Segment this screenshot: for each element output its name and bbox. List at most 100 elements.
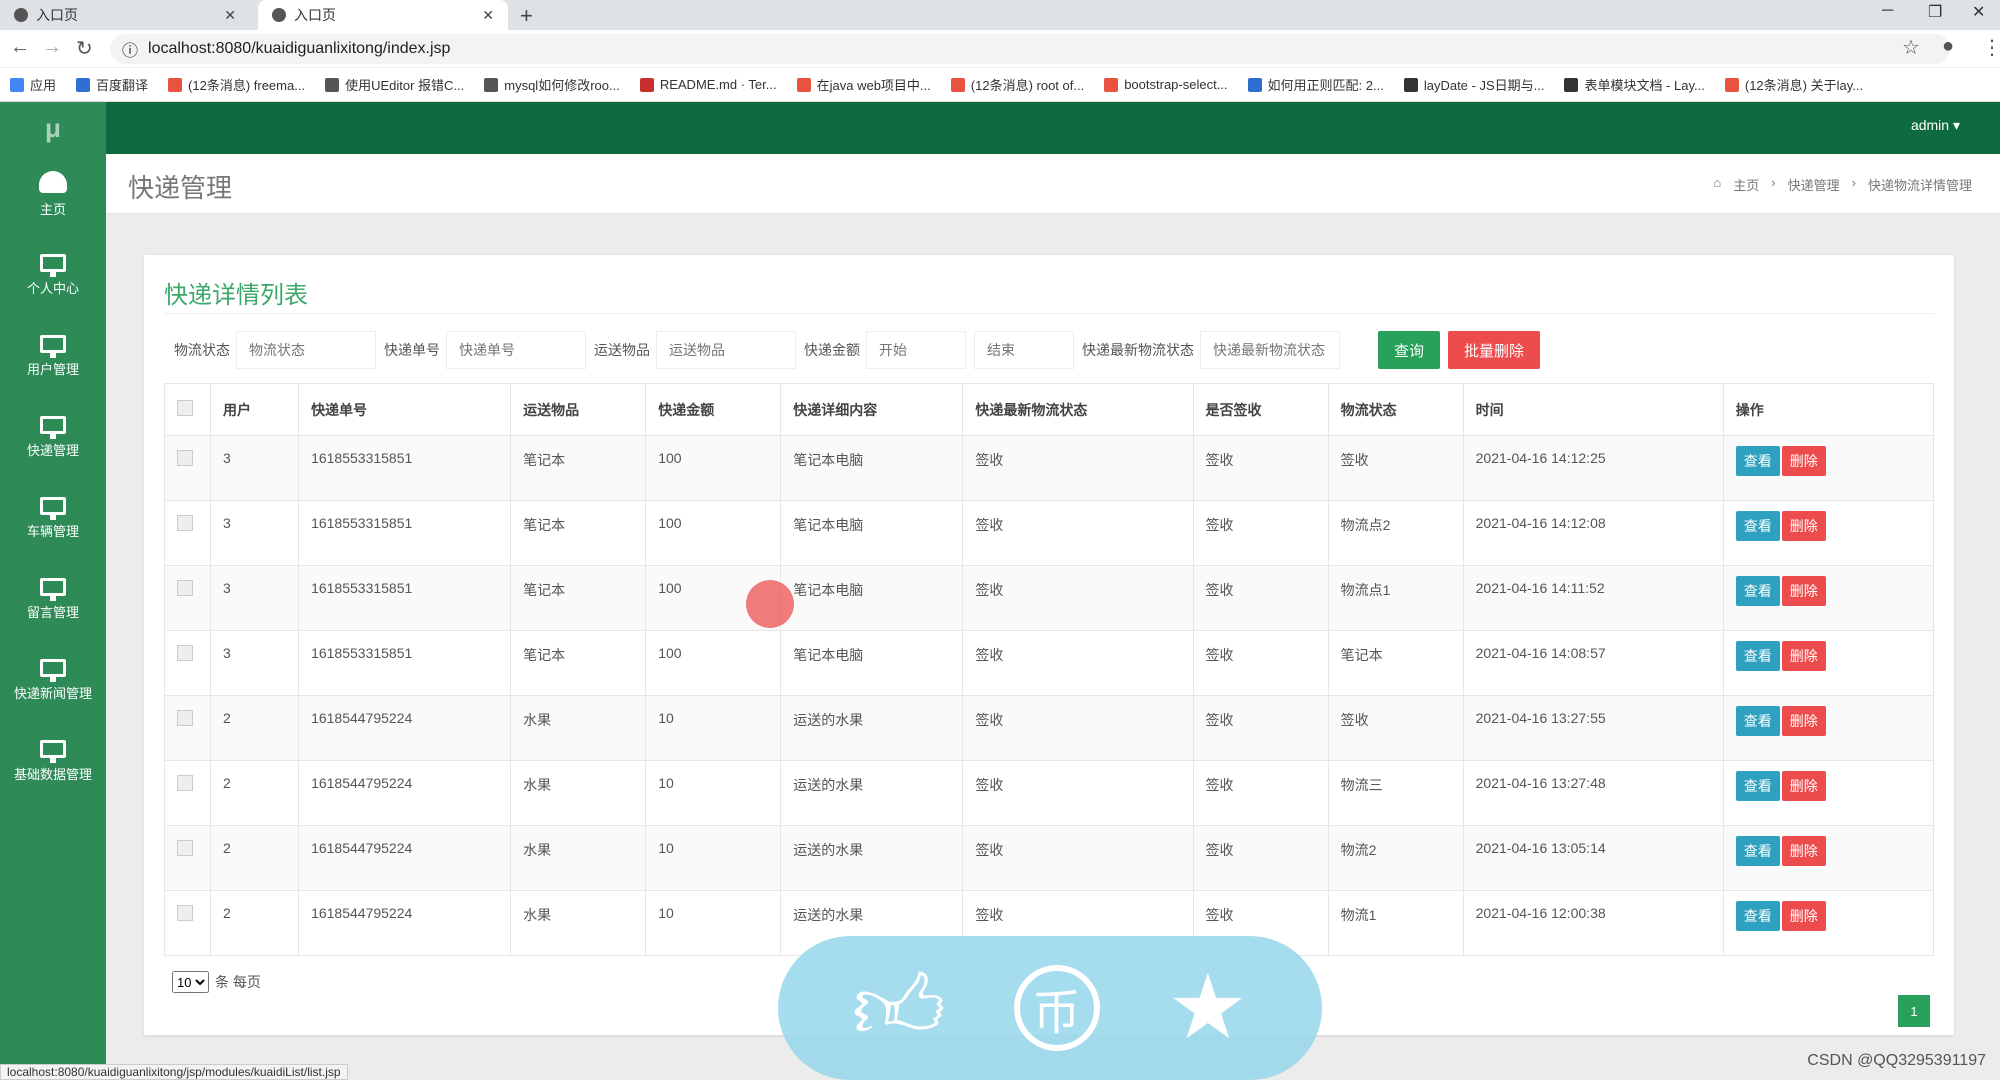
bookmark-item[interactable]: (12条消息) 关于lay... <box>1724 75 1863 94</box>
tracking-number-input[interactable] <box>446 331 586 369</box>
data-table: 用户 快递单号 运送物品 快递金额 快递详细内容 快递最新物流状态 是否签收 物流状态 时间 操作… <box>163 383 1935 956</box>
delete-button[interactable]: 删除 <box>1781 901 1826 931</box>
view-button[interactable]: 查看 <box>1735 836 1780 866</box>
bookmark-icon <box>76 77 91 92</box>
star-icon[interactable]: ★ <box>1167 963 1248 1053</box>
monitor-icon <box>40 740 66 763</box>
actions-cell: 查看 删除 <box>1722 760 1935 826</box>
page-size-select[interactable]: 10 <box>172 971 209 993</box>
table-cell: 物流点1 <box>1327 565 1464 631</box>
filter-label: 快递单号 <box>384 342 440 358</box>
table-cell: 签收 <box>1192 825 1329 891</box>
bookmark-item[interactable]: bootstrap-select... <box>1104 77 1228 92</box>
sidebar-item[interactable]: 快递管理 <box>0 397 106 478</box>
minimize-icon[interactable]: ─ <box>1882 2 1893 20</box>
browser-tab-active[interactable]: 入口页 ✕ <box>258 0 508 30</box>
monitor-icon <box>40 659 66 682</box>
page-button[interactable]: 1 <box>1898 995 1930 1027</box>
delete-button[interactable]: 删除 <box>1781 576 1826 606</box>
delete-button[interactable]: 删除 <box>1781 446 1826 476</box>
table-row: 3 1618553315851 笔记本 100 笔记本电脑 签收 签收 笔记本 2021-04-… <box>163 630 1935 696</box>
sidebar-item[interactable]: 留言管理 <box>0 559 106 640</box>
column-header: 快递金额 <box>645 383 782 436</box>
close-window-icon[interactable]: ✕ <box>1972 2 1985 22</box>
back-icon[interactable]: ← <box>10 36 30 59</box>
sidebar-item[interactable]: 快递新闻管理 <box>0 640 106 721</box>
row-checkbox[interactable] <box>177 515 193 531</box>
bookmark-item[interactable]: 百度翻译 <box>76 75 148 94</box>
info-icon[interactable]: ⓘ <box>122 37 138 61</box>
breadcrumb-item[interactable]: 快递管理 <box>1788 175 1840 194</box>
bookmark-item[interactable]: 在java web项目中... <box>796 75 931 94</box>
row-checkbox[interactable] <box>177 580 193 596</box>
table-cell: 笔记本电脑 <box>780 565 964 631</box>
close-icon[interactable]: ✕ <box>224 7 236 24</box>
sidebar-item-label: 主页 <box>39 202 66 217</box>
delete-button[interactable]: 删除 <box>1781 511 1826 541</box>
bookmark-label: 表单模块文档 - Lay... <box>1584 78 1705 93</box>
delete-button[interactable]: 删除 <box>1781 641 1826 671</box>
amount-end-input[interactable] <box>974 331 1074 369</box>
sidebar-item[interactable]: 车辆管理 <box>0 478 106 559</box>
item-input[interactable] <box>656 331 796 369</box>
amount-start-input[interactable] <box>866 331 966 369</box>
bookmark-star-icon[interactable]: ☆ <box>1902 35 1920 60</box>
view-button[interactable]: 查看 <box>1735 706 1780 736</box>
table-cell: 1618553315851 <box>298 565 512 631</box>
row-checkbox[interactable] <box>177 710 193 726</box>
thumbs-up-icon[interactable]: 👍︎ <box>852 963 946 1053</box>
coin-icon[interactable]: 币 <box>1013 965 1100 1051</box>
sidebar-item[interactable]: 用户管理 <box>0 316 106 397</box>
latest-status-input[interactable] <box>1200 331 1340 369</box>
browser-tab[interactable]: 入口页 ✕ <box>0 0 250 30</box>
view-button[interactable]: 查看 <box>1735 641 1780 671</box>
forward-icon[interactable]: → <box>42 36 62 59</box>
view-button[interactable]: 查看 <box>1735 446 1780 476</box>
search-button[interactable]: 查询 <box>1378 331 1441 369</box>
checkbox-cell <box>163 695 212 761</box>
bookmark-item[interactable]: README.md · Ter... <box>639 77 777 92</box>
breadcrumb-item[interactable]: 主页 <box>1733 175 1759 194</box>
bookmark-item[interactable]: layDate - JS日期与... <box>1403 75 1544 94</box>
bookmark-item[interactable]: 表单模块文档 - Lay... <box>1564 75 1705 94</box>
user-menu[interactable]: admin ▾ <box>1911 117 1960 134</box>
bookmark-item[interactable]: (12条消息) freema... <box>168 75 305 94</box>
bookmark-item[interactable]: mysql如何修改roo... <box>484 75 620 94</box>
sidebar-item[interactable]: 个人中心 <box>0 235 106 316</box>
sidebar-item[interactable]: 基础数据管理 <box>0 721 106 802</box>
profile-icon[interactable]: ● <box>1942 35 1954 58</box>
sidebar-item[interactable]: 主页 <box>0 154 106 235</box>
row-checkbox[interactable] <box>177 645 193 661</box>
bookmark-item[interactable]: (12条消息) root of... <box>950 75 1084 94</box>
table-row: 3 1618553315851 笔记本 100 笔记本电脑 签收 签收 物流点1 2021-04… <box>163 565 1935 631</box>
reload-icon[interactable]: ↻ <box>76 36 93 61</box>
url-input[interactable]: ⓘ localhost:8080/kuaidiguanlixitong/inde… <box>110 34 1950 64</box>
bookmark-item[interactable]: 使用UEditor 报错C... <box>325 75 464 94</box>
menu-icon[interactable]: ⋮ <box>1982 35 2000 60</box>
close-icon[interactable]: ✕ <box>482 7 494 24</box>
sidebar-item-label: 个人中心 <box>26 281 79 296</box>
row-checkbox[interactable] <box>177 905 193 921</box>
batch-delete-button[interactable]: 批量删除 <box>1448 331 1541 369</box>
view-button[interactable]: 查看 <box>1735 576 1780 606</box>
status-input[interactable] <box>236 331 376 369</box>
bookmark-item[interactable]: 如何用正则匹配: 2... <box>1247 75 1384 94</box>
delete-button[interactable]: 删除 <box>1781 706 1826 736</box>
table-cell: 1618553315851 <box>298 630 512 696</box>
card-title: 快递详情列表 <box>164 282 308 309</box>
view-button[interactable]: 查看 <box>1735 901 1780 931</box>
new-tab-icon[interactable]: + <box>520 3 533 29</box>
row-checkbox[interactable] <box>177 840 193 856</box>
row-checkbox[interactable] <box>177 775 193 791</box>
row-checkbox[interactable] <box>177 450 193 466</box>
actions-cell: 查看 删除 <box>1722 565 1935 631</box>
view-button[interactable]: 查看 <box>1735 511 1780 541</box>
bookmark-item[interactable]: 应用 <box>10 75 56 94</box>
actions-cell: 查看 删除 <box>1722 825 1935 891</box>
delete-button[interactable]: 删除 <box>1781 836 1826 866</box>
restore-icon[interactable]: ❐ <box>1928 2 1942 22</box>
table-cell: 2021-04-16 14:11:52 <box>1462 565 1724 631</box>
select-all-checkbox[interactable] <box>177 400 193 416</box>
delete-button[interactable]: 删除 <box>1781 771 1826 801</box>
view-button[interactable]: 查看 <box>1735 771 1780 801</box>
